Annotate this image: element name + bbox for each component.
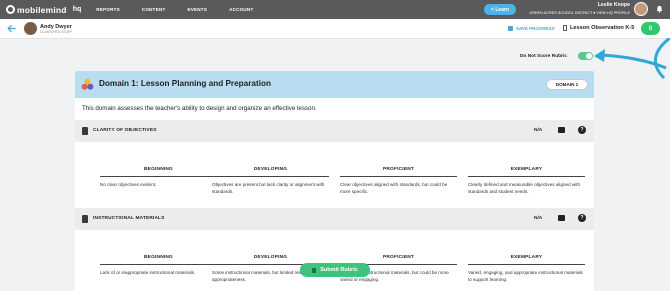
rubric-levels: BEGINNING Lack of or inappropriate instr… bbox=[75, 230, 594, 291]
criterion-header: CLARITY OF OBJECTIVES N/A ? bbox=[75, 120, 594, 142]
level-description: Lack of or inappropriate instructional m… bbox=[100, 270, 196, 275]
domain-title: Domain 1: Lesson Planning and Preparatio… bbox=[99, 79, 271, 88]
nav-link-reports[interactable]: REPORTS bbox=[96, 7, 120, 12]
do-not-score-label: Do Not Score Rubric bbox=[520, 54, 567, 59]
help-icon[interactable]: ? bbox=[578, 214, 586, 222]
level-description: No clear objectives evident. bbox=[100, 182, 157, 187]
level-description: Clear objectives aligned with standards,… bbox=[340, 182, 448, 194]
logo-text: mobilemind bbox=[17, 4, 67, 15]
teacher-role: CLASSIFIED STAFF bbox=[40, 30, 73, 34]
save-progress-label: SAVE PROGRESS bbox=[516, 26, 555, 31]
learn-button[interactable]: < Learn bbox=[484, 4, 516, 15]
teacher-avatar bbox=[24, 22, 37, 35]
back-arrow-icon[interactable] bbox=[7, 24, 16, 33]
level-proficient[interactable]: PROFICIENT Clear objectives aligned with… bbox=[340, 142, 457, 195]
level-name: PROFICIENT bbox=[340, 230, 457, 265]
level-developing[interactable]: DEVELOPING Objectives are present but la… bbox=[212, 142, 329, 195]
level-name: EXEMPLARY bbox=[468, 142, 585, 177]
domain-badge: DOMAIN 1 bbox=[546, 79, 588, 90]
level-exemplary[interactable]: EXEMPLARY Varied, engaging, and appropri… bbox=[468, 230, 585, 283]
criterion-header: INSTRUCTIONAL MATERIALS N/A ? bbox=[75, 208, 594, 230]
save-progress-button[interactable]: SAVE PROGRESS bbox=[508, 26, 555, 31]
save-icon bbox=[508, 26, 513, 31]
level-name: EXEMPLARY bbox=[468, 230, 585, 265]
comment-icon[interactable] bbox=[558, 215, 565, 221]
logo-icon bbox=[6, 5, 15, 14]
logo-suffix: hq bbox=[72, 6, 82, 13]
na-option[interactable]: N/A bbox=[534, 216, 542, 221]
level-name: PROFICIENT bbox=[340, 142, 457, 177]
na-option[interactable]: N/A bbox=[534, 128, 542, 133]
score-badge: 0 bbox=[641, 22, 660, 35]
level-name: BEGINNING bbox=[100, 142, 217, 177]
user-info: Leslie Knope GREEN ACRES SCHOOL DISTRICT… bbox=[520, 2, 630, 15]
district-selector[interactable]: GREEN ACRES SCHOOL DISTRICT ▾ bbox=[529, 11, 595, 15]
logo[interactable]: mobilemind hq bbox=[6, 5, 81, 15]
bell-icon[interactable] bbox=[656, 5, 663, 13]
do-not-score-toggle[interactable] bbox=[578, 52, 593, 60]
submit-label: Submit Rubric bbox=[320, 267, 358, 273]
view-profile-link[interactable]: VIEW HQ PROFILE bbox=[596, 11, 630, 15]
top-navigation: mobilemind hq REPORTS CONTENT EVENTS ACC… bbox=[0, 0, 670, 19]
document-icon bbox=[563, 25, 567, 31]
domain-header: Domain 1: Lesson Planning and Preparatio… bbox=[75, 71, 594, 98]
criterion-title: CLARITY OF OBJECTIVES bbox=[93, 128, 157, 133]
level-exemplary[interactable]: EXEMPLARY Clearly defined and measurable… bbox=[468, 142, 585, 195]
domain-icon bbox=[81, 78, 94, 90]
user-avatar[interactable] bbox=[634, 2, 648, 16]
rubric-levels: BEGINNING No clear objectives evident. D… bbox=[75, 142, 594, 208]
level-description: Clearly defined and measurable objective… bbox=[468, 182, 581, 194]
nav-links: REPORTS CONTENT EVENTS ACCOUNT bbox=[96, 7, 275, 12]
submit-rubric-button[interactable]: Submit Rubric bbox=[300, 263, 370, 277]
comment-icon[interactable] bbox=[558, 127, 565, 133]
domain-description: This domain assesses the teacher's abili… bbox=[75, 98, 594, 120]
level-description: Objectives are present but lack clarity … bbox=[212, 182, 325, 194]
user-name: Leslie Knope bbox=[597, 2, 630, 8]
lesson-title: Lesson Observation K-5 bbox=[563, 25, 634, 31]
clipboard-icon bbox=[82, 215, 88, 223]
nav-link-events[interactable]: EVENTS bbox=[187, 7, 207, 12]
lesson-title-text: Lesson Observation K-5 bbox=[570, 25, 635, 31]
help-icon[interactable]: ? bbox=[578, 126, 586, 134]
criterion-title: INSTRUCTIONAL MATERIALS bbox=[93, 216, 165, 221]
clipboard-icon bbox=[312, 267, 317, 273]
level-name: BEGINNING bbox=[100, 230, 217, 265]
nav-link-account[interactable]: ACCOUNT bbox=[229, 7, 253, 12]
observation-header: Andy Dwyer CLASSIFIED STAFF SAVE PROGRES… bbox=[0, 19, 670, 39]
level-name: DEVELOPING bbox=[212, 142, 329, 177]
level-description: Varied, engaging, and appropriate instru… bbox=[468, 270, 583, 282]
level-beginning[interactable]: BEGINNING No clear objectives evident. bbox=[100, 142, 217, 188]
pointer-arrow-icon bbox=[594, 38, 670, 80]
level-name: DEVELOPING bbox=[212, 230, 329, 265]
clipboard-icon bbox=[82, 127, 88, 135]
level-beginning[interactable]: BEGINNING Lack of or inappropriate instr… bbox=[100, 230, 217, 276]
nav-link-content[interactable]: CONTENT bbox=[142, 7, 166, 12]
